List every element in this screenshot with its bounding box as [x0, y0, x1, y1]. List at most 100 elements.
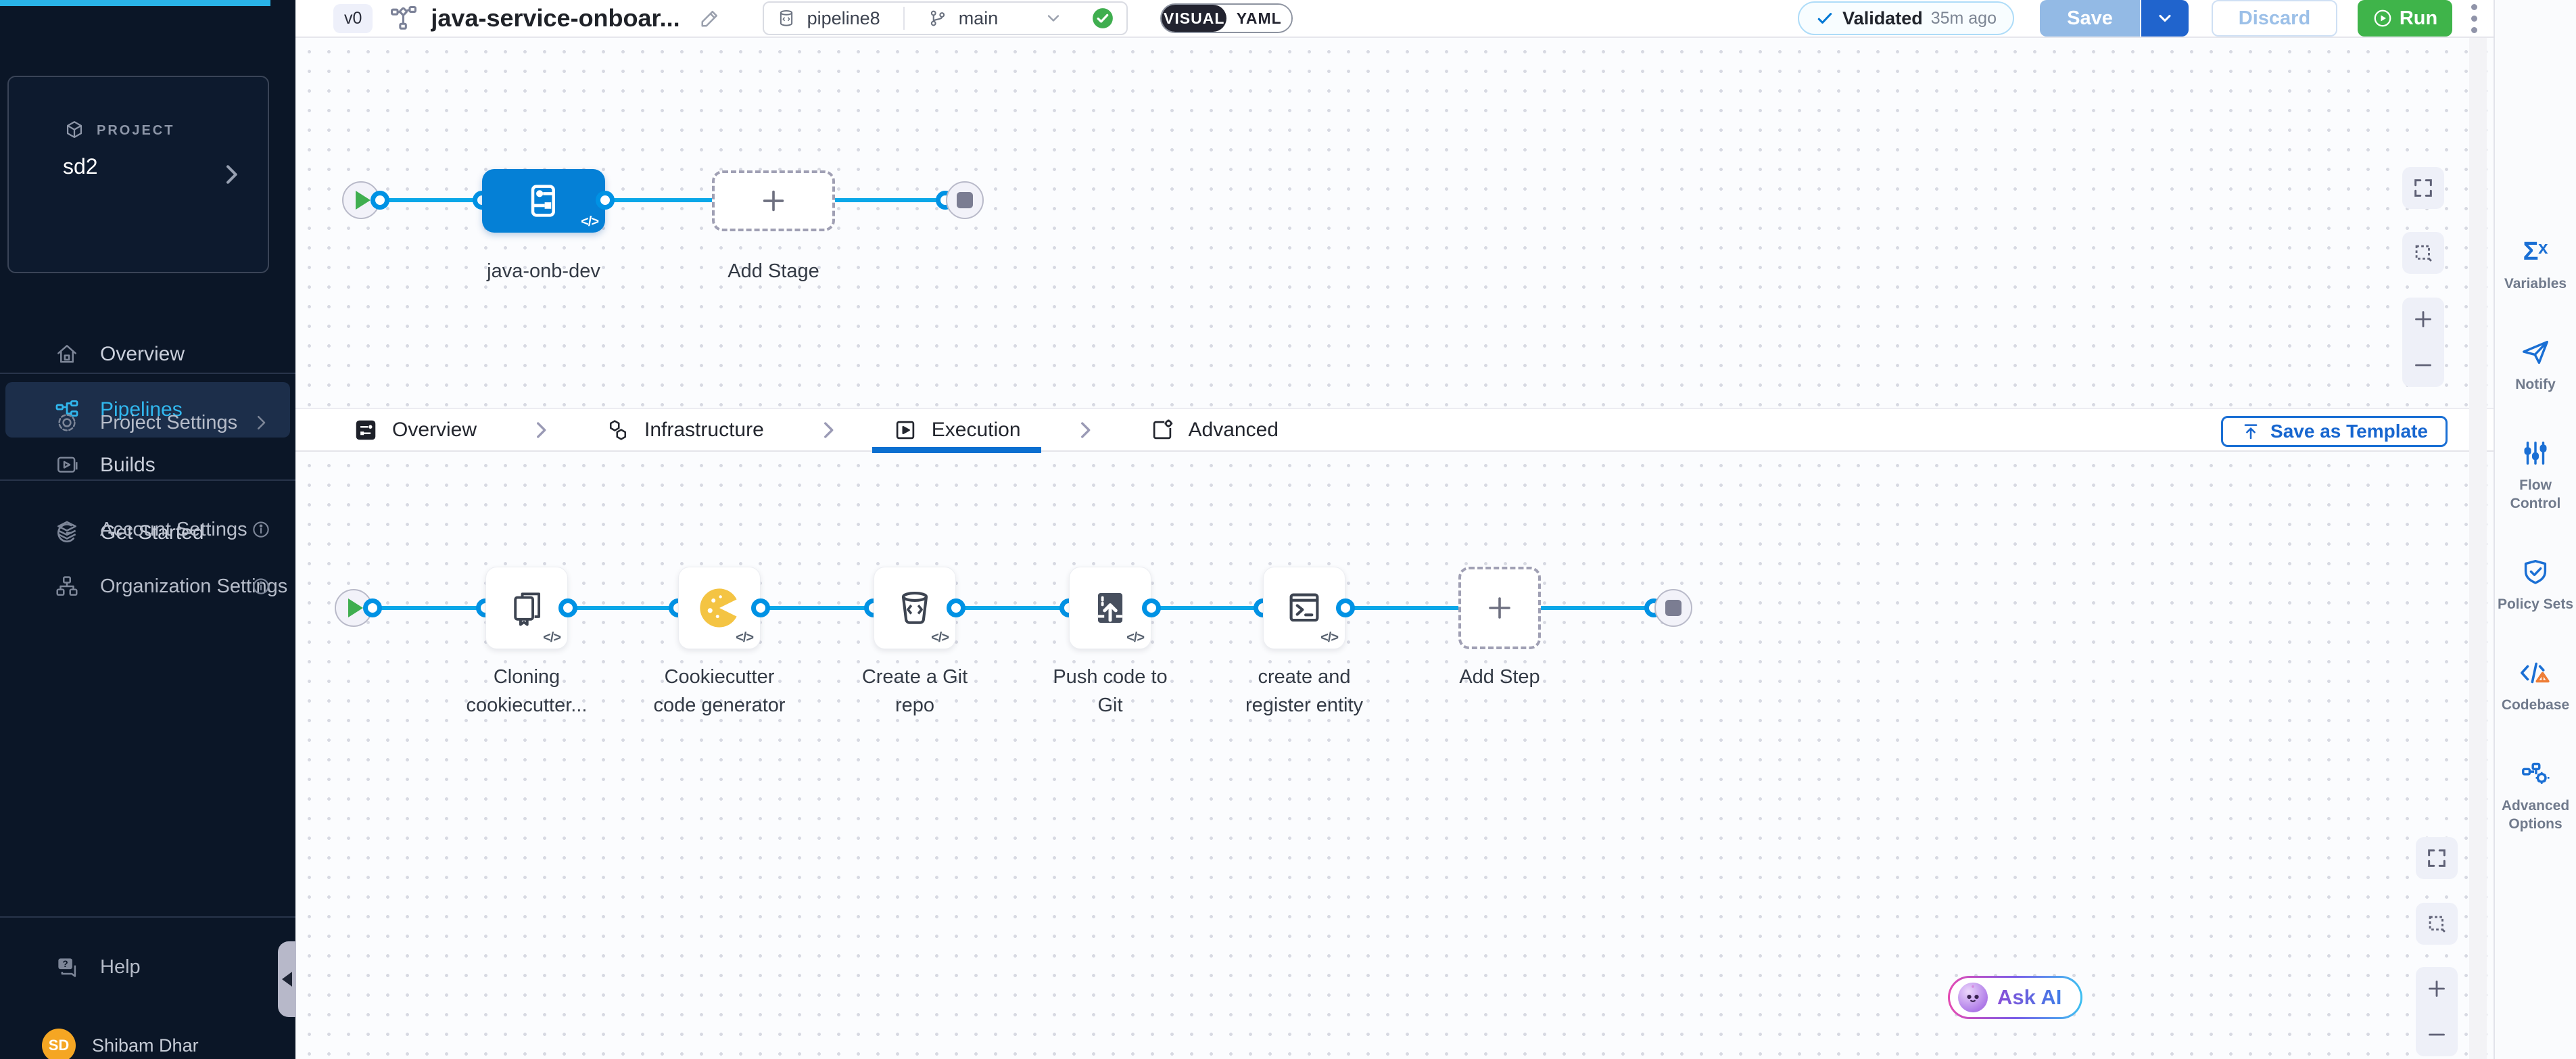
validated-status: Validated 35m ago — [1798, 1, 2014, 35]
sidebar-item-label: Account Settings — [100, 519, 247, 541]
left-sidebar: PROJECT sd2 Overview Pipelines Builds — [0, 0, 295, 1059]
bucket-code-icon — [894, 587, 936, 629]
step-create-and-register-entity[interactable]: </> — [1263, 567, 1345, 649]
save-split-button: Save — [2040, 0, 2189, 37]
sidebar-item-account-settings[interactable]: Account Settings — [0, 502, 295, 557]
stage-canvas-fullscreen-button[interactable] — [2402, 167, 2444, 209]
discard-button[interactable]: Discard — [2212, 0, 2337, 37]
flow-control-sliders-icon — [2520, 437, 2551, 469]
save-as-template-button[interactable]: Save as Template — [2221, 416, 2448, 447]
rail-item-advanced-options[interactable]: Advanced Options — [2496, 757, 2575, 833]
save-button[interactable]: Save — [2040, 0, 2140, 37]
clone-pages-icon — [506, 587, 548, 629]
upload-icon — [2241, 421, 2261, 442]
save-as-template-label: Save as Template — [2270, 421, 2428, 442]
add-stage-button[interactable] — [712, 170, 835, 231]
user-menu[interactable]: SD Shibam Dhar — [0, 1018, 295, 1059]
connector — [1142, 598, 1161, 617]
step-push-code-to-git[interactable]: </> — [1069, 567, 1151, 649]
run-button[interactable]: Run — [2358, 0, 2452, 37]
save-dropdown-button[interactable] — [2141, 0, 2189, 37]
execution-canvas-select-button[interactable] — [2416, 903, 2458, 945]
check-icon — [1815, 9, 1834, 28]
pipeline-studio: PROJECT sd2 Overview Pipelines Builds — [0, 0, 2576, 1059]
pipeline-icon — [389, 3, 419, 33]
sidebar-item-label: Help — [100, 956, 141, 979]
sidebar-item-project-settings[interactable]: Project Settings — [0, 395, 295, 450]
tab-infrastructure[interactable]: Infrastructure — [585, 408, 784, 452]
step-create-git-repo[interactable]: </> — [874, 567, 956, 649]
builds-icon — [54, 452, 80, 478]
divider — [903, 7, 905, 30]
step-cloning-cookiecutter[interactable]: </> — [485, 567, 568, 649]
source-name[interactable]: pipeline8 — [807, 8, 880, 29]
execution-canvas[interactable]: </> Cloningcookiecutter... </> Cookiecut… — [295, 452, 2494, 1059]
branch-name[interactable]: main — [959, 8, 999, 29]
code-chip: </> — [1320, 630, 1338, 646]
tab-label: Overview — [392, 419, 477, 442]
stage-canvas-zoom-control — [2402, 298, 2444, 387]
toggle-yaml[interactable]: YAML — [1226, 5, 1291, 32]
toggle-visual[interactable]: VISUAL — [1162, 5, 1226, 32]
run-label: Run — [2400, 7, 2437, 30]
overview-tab-icon — [353, 417, 379, 443]
rail-item-flow-control[interactable]: Flow Control — [2496, 437, 2575, 513]
sidebar-collapse-handle[interactable] — [278, 941, 296, 1017]
rail-item-variables[interactable]: Σˣ Variables — [2496, 235, 2575, 293]
step-label[interactable]: Cookiecuttercode generator — [625, 663, 814, 720]
help-chat-icon: ? — [54, 954, 80, 980]
step-label[interactable]: Create a Gitrepo — [820, 663, 1009, 720]
tab-label: Advanced — [1189, 419, 1279, 442]
step-label[interactable]: create andregister entity — [1210, 663, 1399, 720]
rail-item-codebase[interactable]: Codebase — [2496, 657, 2575, 714]
tab-overview[interactable]: Overview — [333, 408, 497, 452]
add-step-button[interactable] — [1458, 567, 1541, 649]
collapse-arrow-icon — [282, 972, 292, 987]
chevron-right-icon — [529, 419, 552, 442]
sidebar-item-help[interactable]: ? Help — [0, 939, 295, 995]
ask-ai-button[interactable]: Ask AI — [1948, 976, 2082, 1019]
edit-pencil-icon[interactable] — [698, 6, 722, 30]
codebase-warning-icon — [2518, 657, 2553, 689]
visual-yaml-toggle: VISUAL YAML — [1160, 3, 1293, 33]
step-label[interactable]: Push code toGit — [1016, 663, 1205, 720]
play-icon — [348, 598, 363, 617]
sidebar-item-organization-settings[interactable]: Organization Settings — [0, 559, 295, 614]
zoom-in-button[interactable] — [2411, 307, 2435, 331]
chevron-right-icon[interactable] — [218, 161, 245, 188]
gear-icon — [54, 410, 80, 436]
terminal-icon — [1283, 587, 1325, 629]
tab-label: Infrastructure — [644, 419, 764, 442]
chevron-right-icon — [1074, 419, 1097, 442]
project-selector[interactable]: PROJECT sd2 — [7, 76, 269, 273]
chevron-right-icon — [817, 419, 840, 442]
stage-name-label[interactable]: java-onb-dev — [449, 257, 638, 285]
more-options-icon[interactable] — [2471, 4, 2477, 33]
zoom-in-button[interactable] — [2425, 976, 2449, 1001]
tab-advanced[interactable]: Advanced — [1129, 408, 1299, 452]
execution-tab-icon — [892, 417, 918, 443]
rail-item-notify[interactable]: Notify — [2496, 336, 2575, 394]
chevron-down-icon[interactable] — [1044, 9, 1063, 28]
rail-label: Codebase — [2502, 696, 2569, 714]
step-label[interactable]: Cloningcookiecutter... — [432, 663, 621, 720]
info-icon — [251, 519, 271, 540]
rail-item-policy-sets[interactable]: Policy Sets — [2496, 556, 2575, 613]
tab-execution[interactable]: Execution — [872, 408, 1041, 452]
connector — [596, 191, 615, 210]
home-icon — [54, 342, 80, 367]
add-step-label[interactable]: Add Step — [1405, 663, 1594, 691]
stage-canvas-select-button[interactable] — [2402, 232, 2444, 274]
stage-end-node — [946, 181, 984, 219]
step-cookiecutter-code-generator[interactable]: </> — [678, 567, 761, 649]
connector — [363, 598, 382, 617]
brand-accent-bar — [0, 0, 270, 6]
add-stage-label[interactable]: Add Stage — [679, 257, 868, 285]
stage-node-java-onb-dev[interactable]: </> — [482, 169, 605, 233]
execution-canvas-fullscreen-button[interactable] — [2416, 837, 2458, 879]
layers-gear-icon — [54, 517, 80, 542]
stage-canvas[interactable]: </> java-onb-dev Add Stage — [295, 38, 2494, 408]
zoom-out-button[interactable] — [2425, 1022, 2449, 1047]
play-icon — [356, 191, 371, 210]
zoom-out-button[interactable] — [2411, 353, 2435, 377]
